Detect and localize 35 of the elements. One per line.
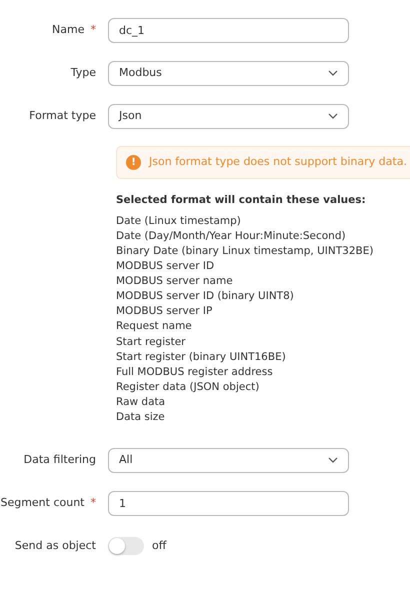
value-item: Raw data (116, 394, 166, 410)
required-mark: * (90, 22, 96, 38)
chevron-down-icon (328, 457, 338, 464)
toggle-state-text: off (152, 538, 166, 554)
warning-text: Json format type does not support binary data. (149, 154, 407, 170)
value-item: Binary Date (binary Linux timestamp, UINT32BE) (116, 244, 374, 259)
value-item: Data size (116, 410, 166, 425)
value-item: MODBUS server ID (116, 259, 216, 274)
value-item: MODBUS server name (116, 274, 234, 290)
text-field[interactable]: dc_1 (108, 18, 349, 42)
value-item: Start register (116, 334, 186, 350)
values-heading: Selected format will contain these values: (116, 193, 367, 208)
value-item: Full MODBUS register address (116, 364, 274, 380)
chevron-down-icon (328, 70, 338, 76)
select-field[interactable]: Json (108, 104, 349, 128)
field-label: Type (70, 64, 96, 81)
field-label: Segment count (0, 494, 84, 511)
value-item: Date (Linux timestamp) (116, 214, 242, 229)
value-item: Register data (JSON object) (116, 380, 260, 395)
field-label: Name (52, 22, 84, 38)
select-field[interactable]: All (108, 448, 349, 473)
value-item: Date (Day/Month/Year Hour:Minute:Second) (116, 228, 347, 244)
required-mark: * (90, 494, 96, 511)
select-field[interactable]: Modbus (108, 60, 349, 86)
field-label: Data filtering (24, 452, 96, 468)
field-label: Send as object (14, 538, 96, 554)
value-item: MODBUS server IP (116, 304, 214, 320)
toggle-switch[interactable] (108, 537, 144, 556)
warning-icon: ! (126, 155, 141, 170)
chevron-down-icon (328, 113, 338, 119)
value-item: Request name (116, 319, 193, 334)
value-item: Start register (binary UINT16BE) (116, 350, 287, 365)
field-label: Format type (29, 108, 96, 124)
text-field[interactable]: 1 (108, 490, 349, 516)
value-item: MODBUS server ID (binary UINT8) (116, 289, 295, 304)
